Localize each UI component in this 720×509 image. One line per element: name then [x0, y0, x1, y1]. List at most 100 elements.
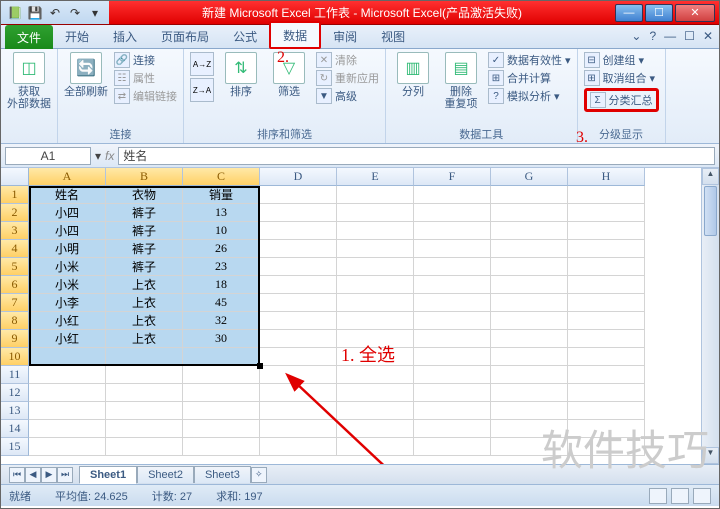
cell[interactable]: 10	[183, 222, 260, 240]
mdi-restore-icon[interactable]: ☐	[684, 29, 695, 43]
cell[interactable]	[29, 420, 106, 438]
cell[interactable]	[414, 204, 491, 222]
tab-data[interactable]: 数据	[269, 21, 321, 49]
cell[interactable]	[414, 222, 491, 240]
cell[interactable]: 45	[183, 294, 260, 312]
cell[interactable]	[568, 366, 645, 384]
qat-more-icon[interactable]: ▾	[87, 5, 103, 21]
text-to-columns-button[interactable]: ▥ 分列	[392, 52, 434, 98]
cell[interactable]	[260, 402, 337, 420]
cell[interactable]	[568, 240, 645, 258]
cell[interactable]	[337, 420, 414, 438]
cell[interactable]	[568, 402, 645, 420]
cell[interactable]	[337, 438, 414, 456]
cell[interactable]	[260, 348, 337, 366]
col-header[interactable]: A	[29, 168, 106, 186]
cell[interactable]: 小红	[29, 312, 106, 330]
cell[interactable]	[260, 240, 337, 258]
cell[interactable]: 小李	[29, 294, 106, 312]
view-break-button[interactable]	[693, 488, 711, 504]
cell[interactable]	[337, 276, 414, 294]
cell[interactable]	[260, 312, 337, 330]
cell[interactable]	[491, 186, 568, 204]
cell[interactable]	[260, 258, 337, 276]
mdi-min-icon[interactable]: —	[664, 29, 676, 43]
cell[interactable]	[106, 384, 183, 402]
ungroup-button[interactable]: ⊞取消组合 ▾	[584, 70, 659, 86]
col-header[interactable]: D	[260, 168, 337, 186]
cell[interactable]	[337, 186, 414, 204]
cell[interactable]	[491, 402, 568, 420]
cell[interactable]: 上衣	[106, 294, 183, 312]
formula-input[interactable]: 姓名	[118, 147, 715, 165]
sheet-tab-1[interactable]: Sheet1	[79, 466, 137, 484]
create-group-button[interactable]: ⊟创建组 ▾	[584, 52, 659, 68]
cell[interactable]: 小米	[29, 258, 106, 276]
row-header[interactable]: 13	[1, 402, 29, 420]
cell[interactable]: 小米	[29, 276, 106, 294]
maximize-button[interactable]: ☐	[645, 4, 673, 22]
cell[interactable]	[260, 186, 337, 204]
reapply-button[interactable]: ↻重新应用	[316, 70, 379, 86]
tab-first-button[interactable]: ⏮	[9, 467, 25, 483]
cell[interactable]: 30	[183, 330, 260, 348]
cell[interactable]	[414, 312, 491, 330]
whatif-button[interactable]: ?模拟分析 ▾	[488, 88, 571, 104]
cell[interactable]	[568, 258, 645, 276]
cell[interactable]: 小四	[29, 204, 106, 222]
col-header[interactable]: E	[337, 168, 414, 186]
row-header[interactable]: 14	[1, 420, 29, 438]
cell[interactable]	[568, 276, 645, 294]
cell[interactable]	[414, 366, 491, 384]
cell[interactable]	[568, 348, 645, 366]
cell[interactable]	[29, 438, 106, 456]
cell[interactable]	[568, 312, 645, 330]
cell[interactable]	[568, 204, 645, 222]
row-header[interactable]: 15	[1, 438, 29, 456]
sort-az-button[interactable]: A→Z	[190, 52, 214, 76]
cell[interactable]	[568, 420, 645, 438]
row-header[interactable]: 6	[1, 276, 29, 294]
consolidate-button[interactable]: ⊞合并计算	[488, 70, 571, 86]
cell[interactable]: 小明	[29, 240, 106, 258]
cell[interactable]	[183, 384, 260, 402]
cell[interactable]: 销量	[183, 186, 260, 204]
cell[interactable]	[260, 438, 337, 456]
cell[interactable]	[491, 312, 568, 330]
cell[interactable]: 上衣	[106, 276, 183, 294]
cell[interactable]: 上衣	[106, 330, 183, 348]
cell[interactable]	[337, 258, 414, 276]
cell[interactable]	[491, 294, 568, 312]
cell[interactable]	[414, 186, 491, 204]
cell[interactable]	[106, 366, 183, 384]
cell[interactable]	[568, 330, 645, 348]
get-external-data-button[interactable]: ◫ 获取 外部数据	[7, 52, 51, 110]
cell[interactable]: 姓名	[29, 186, 106, 204]
cell[interactable]: 裤子	[106, 240, 183, 258]
view-layout-button[interactable]	[671, 488, 689, 504]
cell[interactable]	[568, 438, 645, 456]
row-header[interactable]: 5	[1, 258, 29, 276]
cell[interactable]	[29, 348, 106, 366]
cell[interactable]: 小红	[29, 330, 106, 348]
help-icon[interactable]: ?	[649, 29, 656, 43]
cell[interactable]	[568, 186, 645, 204]
row-header[interactable]: 8	[1, 312, 29, 330]
cell[interactable]	[260, 294, 337, 312]
tab-prev-button[interactable]: ◀	[25, 467, 41, 483]
select-all-corner[interactable]	[1, 168, 29, 186]
cell[interactable]: 23	[183, 258, 260, 276]
cell[interactable]	[491, 420, 568, 438]
tab-view[interactable]: 视图	[369, 24, 417, 48]
cell[interactable]	[106, 402, 183, 420]
cell[interactable]	[183, 420, 260, 438]
cell[interactable]	[491, 438, 568, 456]
tab-review[interactable]: 审阅	[321, 24, 369, 48]
tab-formula[interactable]: 公式	[221, 24, 269, 48]
cell[interactable]	[491, 276, 568, 294]
close-button[interactable]: ✕	[675, 4, 715, 22]
cell[interactable]	[260, 222, 337, 240]
cell[interactable]	[491, 222, 568, 240]
cell[interactable]	[414, 330, 491, 348]
cell[interactable]	[106, 420, 183, 438]
